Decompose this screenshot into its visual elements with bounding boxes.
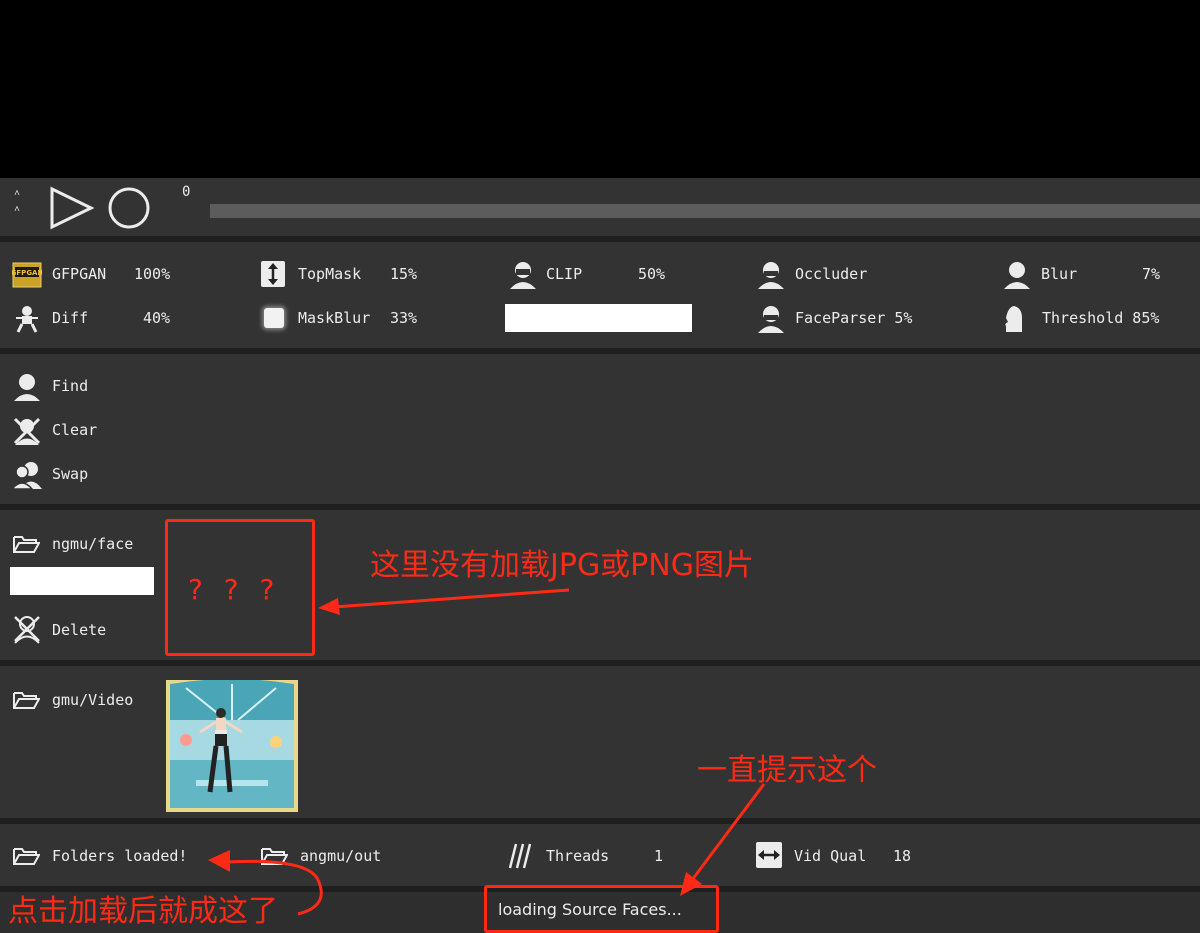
- maskblur-value[interactable]: 33%: [390, 309, 417, 327]
- diff-figure-icon[interactable]: [12, 304, 42, 334]
- two-people-icon: [12, 462, 42, 490]
- vertical-arrows-icon[interactable]: [260, 260, 286, 288]
- clip-value[interactable]: 50%: [638, 265, 665, 283]
- swap-label: Swap: [52, 465, 89, 483]
- masked-face-icon[interactable]: [756, 260, 786, 290]
- face-actions-panel: Find Clear Swap: [0, 354, 1200, 504]
- threads-value[interactable]: 1: [654, 847, 663, 865]
- record-icon[interactable]: [106, 186, 152, 230]
- masked-face-icon[interactable]: [756, 304, 786, 334]
- profile-icon[interactable]: [1002, 304, 1024, 334]
- threshold-label[interactable]: Threshold 85%: [1042, 309, 1159, 327]
- faceparser-label[interactable]: FaceParser 5%: [795, 309, 912, 327]
- gfpgan-logo-icon[interactable]: GFPGAN: [12, 262, 42, 288]
- topmask-label: TopMask: [298, 265, 362, 283]
- folder-open-icon: [13, 692, 40, 709]
- blur-value[interactable]: 7%: [1142, 265, 1160, 283]
- find-button[interactable]: Find: [10, 370, 210, 401]
- folders-status-label: Folders loaded!: [52, 847, 188, 865]
- source-faces-filter-input[interactable]: [10, 567, 154, 595]
- annotation-arrow-left-icon: [318, 588, 570, 615]
- annotation-no-images-note: 这里没有加载JPG或PNG图片: [370, 548, 754, 583]
- target-videos-folder-button[interactable]: gmu/Video: [10, 686, 160, 712]
- folder-open-icon: [13, 848, 40, 865]
- source-faces-folder-button[interactable]: ngmu/face: [10, 530, 160, 556]
- vid-qual-value[interactable]: 18: [893, 847, 911, 865]
- clear-faces-icon: [13, 417, 41, 445]
- delete-label: Delete: [52, 621, 107, 639]
- folder-open-icon: [13, 536, 40, 553]
- threads-label: Threads: [546, 847, 610, 865]
- clip-text-input[interactable]: [505, 304, 692, 332]
- annotation-status-box: [484, 885, 719, 933]
- target-videos-panel: gmu/Video: [0, 666, 1200, 818]
- svg-text:GFPGAN: GFPGAN: [12, 269, 42, 277]
- playback-bar: ˄ ˄ 0: [0, 178, 1200, 236]
- person-icon: [14, 374, 40, 401]
- gfpgan-label: GFPGAN: [52, 265, 107, 283]
- gfpgan-value[interactable]: 100%: [134, 265, 170, 283]
- annotation-after-load-note: 点击加载后就成这了: [8, 894, 278, 929]
- vid-qual-label: Vid Qual: [794, 847, 867, 865]
- threads-icon[interactable]: [508, 842, 534, 870]
- annotation-question-marks: ? ? ?: [188, 573, 281, 606]
- frame-number: 0: [182, 184, 191, 200]
- blur-label: Blur: [1041, 265, 1078, 283]
- clip-label: CLIP: [546, 265, 583, 283]
- swap-button[interactable]: Swap: [10, 458, 210, 490]
- diff-value[interactable]: 40%: [143, 309, 170, 327]
- frame-stepper[interactable]: ˄ ˄: [14, 186, 20, 218]
- load-folders-button[interactable]: Folders loaded!: [10, 842, 200, 868]
- chevron-up-icon[interactable]: ˄: [14, 186, 20, 202]
- delete-icon: [14, 616, 40, 644]
- diff-label: Diff: [52, 309, 89, 327]
- find-label: Find: [52, 377, 89, 395]
- occluder-label: Occluder: [795, 265, 868, 283]
- person-icon[interactable]: [1002, 260, 1032, 290]
- play-icon[interactable]: [48, 186, 94, 230]
- target-videos-folder-label: gmu/Video: [52, 691, 134, 709]
- source-faces-folder-label: ngmu/face: [52, 535, 134, 553]
- chevron-down-icon[interactable]: ˄: [14, 202, 20, 218]
- clear-button[interactable]: Clear: [10, 414, 210, 445]
- parameters-panel: GFPGAN GFPGAN 100% TopMask 15% CLIP 50% …: [0, 242, 1200, 348]
- clear-label: Clear: [52, 421, 98, 439]
- masked-face-icon[interactable]: [508, 260, 538, 290]
- delete-button[interactable]: Delete: [10, 614, 160, 644]
- bottom-toolbar: Folders loaded! angmu/out Threads 1 Vid …: [0, 824, 1200, 886]
- timeline-slider[interactable]: [210, 204, 1200, 218]
- blurred-square-icon[interactable]: [264, 308, 284, 328]
- topmask-value[interactable]: 15%: [390, 265, 417, 283]
- maskblur-label: MaskBlur: [298, 309, 371, 327]
- video-preview: [0, 0, 1200, 178]
- annotation-arrow-down-icon: [680, 783, 766, 896]
- video-thumbnail[interactable]: [166, 679, 298, 812]
